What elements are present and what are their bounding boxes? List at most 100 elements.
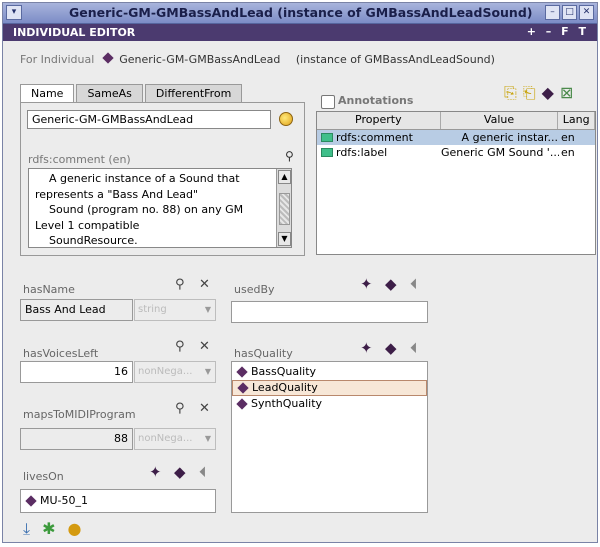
remove-instance-icon[interactable]: ⏴ (199, 463, 207, 481)
add-instance-icon[interactable]: ● (67, 519, 81, 539)
row-property: rdfs:comment (336, 131, 413, 144)
add-annotation-icon[interactable]: ⎘ (504, 83, 517, 103)
create-instance-icon[interactable]: ✦ (360, 339, 373, 357)
list-item[interactable]: LeadQuality (232, 380, 427, 396)
search-icon[interactable]: ⚲ (285, 149, 294, 163)
type-value: string (138, 304, 167, 315)
for-individual-line: For Individual Generic-GM-GMBassAndLead … (20, 52, 495, 66)
has-name-field[interactable]: Bass And Lead (20, 299, 133, 321)
property-icon (321, 133, 333, 142)
delete-annotation-icon[interactable]: ⊠ (560, 83, 573, 103)
maps-to-midi-type-select[interactable]: nonNega... ▼ (134, 428, 216, 450)
has-voices-left-field[interactable]: 16 (20, 361, 133, 383)
individual-editor-window: ▾ Generic-GM-GMBassAndLead (instance of … (2, 2, 598, 543)
add-instance-icon[interactable]: ◆ (385, 339, 397, 357)
scroll-thumb[interactable] (279, 193, 290, 225)
window-title: Generic-GM-GMBassAndLead (instance of GM… (69, 5, 533, 20)
search-icon[interactable]: ⚲ (175, 339, 185, 354)
has-name-type-select[interactable]: string ▼ (134, 299, 216, 321)
globe-icon[interactable] (279, 112, 293, 126)
annotations-checkbox[interactable] (321, 95, 335, 109)
name-tabs: Name SameAs DifferentFrom (20, 84, 244, 102)
chevron-down-icon: ▼ (204, 305, 211, 314)
search-icon[interactable]: ⚲ (175, 277, 185, 292)
column-lang[interactable]: Lang (558, 112, 595, 129)
annotations-table-header: Property Value Lang (317, 112, 595, 130)
scroll-up-icon[interactable]: ▲ (278, 170, 291, 184)
annotations-table: Property Value Lang rdfs:comment A gener… (316, 111, 596, 255)
row-property: rdfs:label (336, 146, 388, 159)
used-by-list[interactable] (231, 301, 428, 323)
individual-type: (instance of GMBassAndLeadSound) (295, 53, 495, 66)
delete-icon[interactable]: ✕ (199, 277, 210, 292)
type-value: nonNega... (138, 366, 193, 377)
instance-icon (236, 366, 248, 378)
tab-name[interactable]: Name (20, 84, 75, 102)
annotations-label: Annotations (338, 94, 414, 107)
chevron-down-icon: ▼ (204, 367, 211, 376)
has-voices-left-type-select[interactable]: nonNega... ▼ (134, 361, 216, 383)
for-individual-label: For Individual (20, 53, 95, 66)
lives-on-list: MU-50_1 (20, 489, 216, 513)
column-value[interactable]: Value (441, 112, 559, 129)
row-value: Generic GM Sound '... (441, 146, 559, 159)
property-icon (321, 148, 333, 157)
has-quality-list: BassQuality LeadQuality SynthQuality (231, 361, 428, 513)
bottom-toolbar: ⤓ ✱ ● (23, 519, 81, 539)
panel-title: INDIVIDUAL EDITOR (13, 26, 136, 39)
individual-name-field[interactable]: Generic-GM-GMBassAndLead (27, 110, 271, 129)
create-instance-icon[interactable]: ✦ (360, 275, 373, 293)
close-button[interactable]: ✕ (579, 5, 594, 20)
list-item-label: MU-50_1 (40, 494, 89, 507)
window-menu-button[interactable]: ▾ (6, 5, 22, 20)
row-value: A generic instar... (461, 131, 558, 144)
tab-differentfrom[interactable]: DifferentFrom (144, 84, 243, 102)
instance-icon (237, 382, 249, 394)
add-property-icon[interactable]: ⎗ (523, 83, 536, 103)
list-item[interactable]: BassQuality (232, 364, 427, 380)
remove-instance-icon[interactable]: ⏴ (410, 275, 418, 293)
comment-label: rdfs:comment (en) (28, 153, 131, 166)
instance-icon (236, 398, 248, 410)
list-item[interactable]: SynthQuality (232, 396, 427, 412)
remove-instance-icon[interactable]: ⏴ (410, 339, 418, 357)
panel-header: INDIVIDUAL EDITOR + – F T (3, 24, 597, 41)
search-icon[interactable]: ⚲ (175, 401, 185, 416)
maps-to-midi-label: mapsToMIDIProgram (23, 408, 136, 421)
list-item[interactable]: MU-50_1 (21, 493, 215, 509)
create-instance-icon[interactable]: ✦ (149, 463, 162, 481)
list-item-label: LeadQuality (252, 381, 318, 394)
row-lang: en (561, 146, 575, 159)
comment-scrollbar[interactable]: ▲ ▼ (276, 169, 291, 247)
scroll-down-icon[interactable]: ▼ (278, 232, 291, 246)
bug-icon[interactable]: ✱ (42, 519, 55, 539)
add-instance-icon[interactable]: ◆ (174, 463, 186, 481)
delete-icon[interactable]: ✕ (199, 401, 210, 416)
maximize-button[interactable]: □ (562, 5, 577, 20)
type-value: nonNega... (138, 433, 193, 444)
table-row[interactable]: rdfs:label Generic GM Sound '... en (317, 145, 595, 160)
list-item-label: BassQuality (251, 365, 317, 378)
comment-textarea[interactable]: A generic instance of a Sound that repre… (28, 168, 292, 248)
annotation-toolbar: ⎘ ⎗ ◆ ⊠ (504, 83, 573, 103)
list-item-label: SynthQuality (251, 397, 323, 410)
delete-icon[interactable]: ✕ (199, 339, 210, 354)
lives-on-label: livesOn (23, 470, 64, 483)
maps-to-midi-field[interactable]: 88 (20, 428, 133, 450)
row-lang: en (561, 131, 575, 144)
tab-sameas[interactable]: SameAs (76, 84, 143, 102)
individual-icon (102, 52, 114, 64)
panel-controls[interactable]: + – F T (527, 25, 589, 38)
column-property[interactable]: Property (317, 112, 441, 129)
has-quality-label: hasQuality (234, 347, 293, 360)
minimize-button[interactable]: – (545, 5, 560, 20)
comment-text: A generic instance of a Sound that repre… (35, 172, 244, 247)
add-value-icon[interactable]: ◆ (542, 83, 554, 103)
add-instance-icon[interactable]: ◆ (385, 275, 397, 293)
instance-icon (25, 495, 37, 507)
used-by-label: usedBy (234, 283, 275, 296)
table-row[interactable]: rdfs:comment A generic instar... en (317, 130, 595, 145)
title-bar: ▾ Generic-GM-GMBassAndLead (instance of … (3, 3, 597, 24)
export-icon[interactable]: ⤓ (23, 519, 30, 539)
has-name-label: hasName (23, 283, 75, 296)
